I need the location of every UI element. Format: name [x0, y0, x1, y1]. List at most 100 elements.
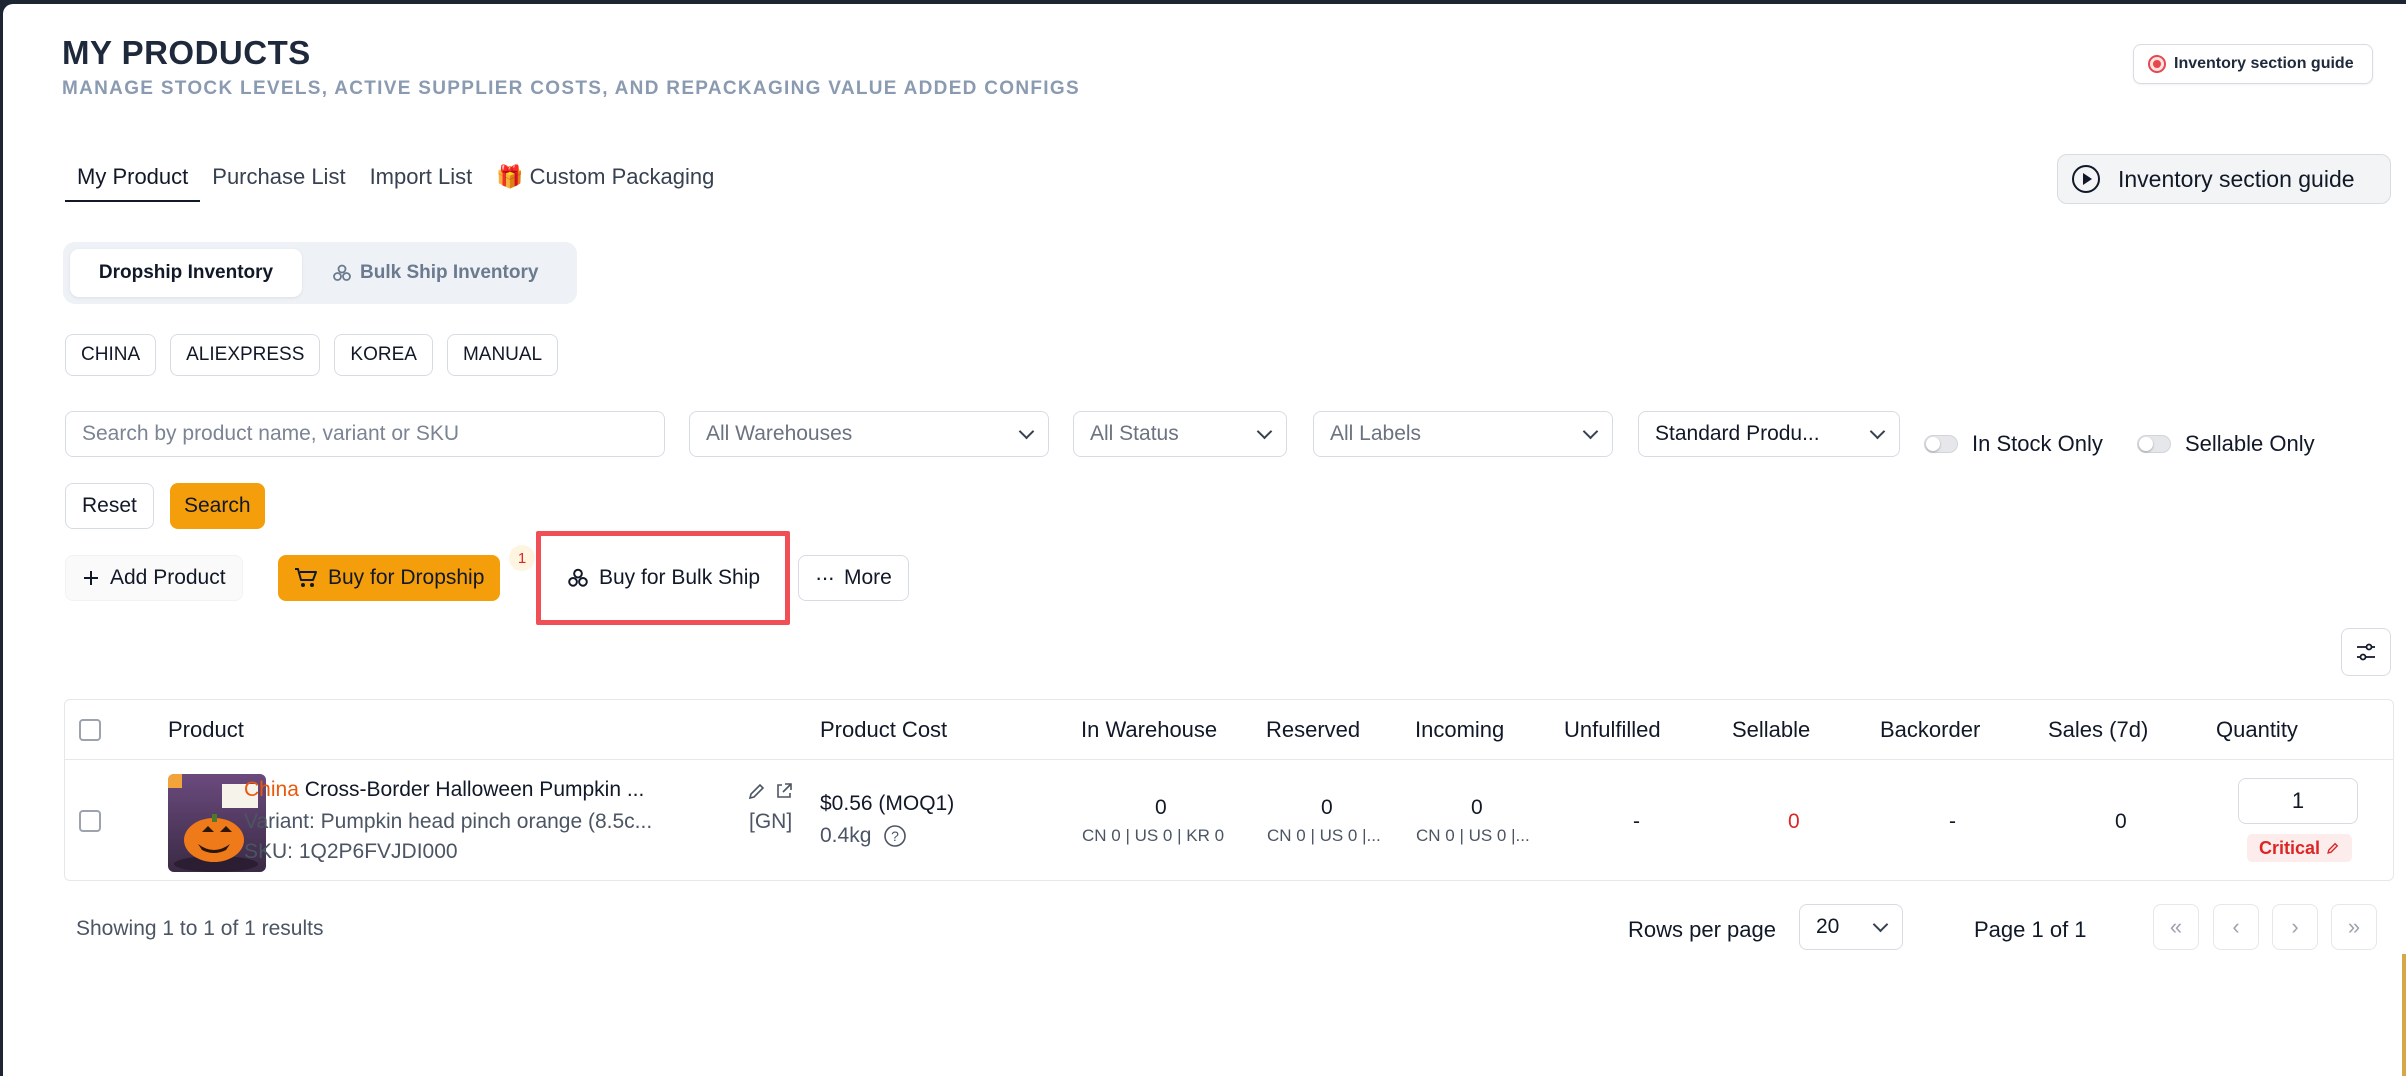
switch-icon[interactable] — [2137, 435, 2171, 453]
status-select[interactable]: All Status — [1073, 411, 1287, 457]
help-icon[interactable]: ? — [883, 824, 907, 848]
next-page-button[interactable]: › — [2272, 904, 2318, 950]
status-select-value: All Status — [1090, 422, 1179, 445]
tab-import-list[interactable]: Import List — [358, 156, 485, 202]
reset-button[interactable]: Reset — [65, 483, 154, 529]
results-summary: Showing 1 to 1 of 1 results — [76, 917, 324, 940]
row-checkbox[interactable] — [79, 810, 101, 832]
unfulfilled-value: - — [1633, 810, 1640, 833]
rows-per-page-select[interactable]: 20 — [1799, 904, 1903, 950]
incoming-value: 0 — [1471, 796, 1483, 819]
inventory-type-toggle: Dropship Inventory Bulk Ship Inventory — [63, 242, 577, 304]
select-all-checkbox[interactable] — [79, 719, 101, 741]
table-header: Product Product Cost In Warehouse Reserv… — [65, 700, 2393, 760]
first-page-button[interactable]: « — [2153, 904, 2199, 950]
chevron-down-icon — [1256, 423, 1273, 439]
double-chevron-left-icon: « — [2169, 914, 2183, 939]
sellable-value: 0 — [1788, 810, 1800, 833]
col-sales-7d: Sales (7d) — [2048, 717, 2149, 742]
app-frame: MY PRODUCTS MANAGE STOCK LEVELS, ACTIVE … — [0, 0, 2406, 1076]
guide-small-label: Inventory section guide — [2174, 55, 2354, 72]
switch-icon[interactable] — [1924, 435, 1958, 453]
in-warehouse-value: 0 — [1155, 796, 1167, 819]
chevron-down-icon — [1872, 916, 1889, 932]
edit-icon — [2327, 842, 2339, 854]
tab-custom-packaging[interactable]: 🎁 Custom Packaging — [484, 156, 726, 202]
rows-per-page-label: Rows per page — [1628, 917, 1776, 942]
buy-for-dropship-label: Buy for Dropship — [328, 566, 485, 589]
incoming-breakdown: CN 0 | US 0 |... — [1416, 826, 1530, 845]
chevron-right-icon: › — [2291, 914, 2299, 939]
bulk-ship-inventory-label: Bulk Ship Inventory — [360, 262, 539, 283]
guide-big-label: Inventory section guide — [2118, 165, 2355, 192]
plus-icon — [84, 571, 98, 585]
inventory-guide-button[interactable]: Inventory section guide — [2057, 154, 2391, 204]
guide-target-icon — [2148, 55, 2166, 73]
labels-select[interactable]: All Labels — [1313, 411, 1613, 457]
main-panel: MY PRODUCTS MANAGE STOCK LEVELS, ACTIVE … — [3, 4, 2406, 1076]
main-tabs: My Product Purchase List Import List 🎁 Cu… — [65, 156, 726, 202]
backorder-value: - — [1949, 810, 1956, 833]
search-button[interactable]: Search — [170, 483, 265, 529]
in-stock-only-toggle[interactable]: In Stock Only — [1924, 431, 2103, 457]
sliders-icon — [2357, 643, 2375, 661]
col-quantity: Quantity — [2216, 717, 2298, 742]
col-backorder: Backorder — [1880, 717, 1981, 742]
add-product-label: Add Product — [110, 566, 226, 589]
product-variant: Variant: Pumpkin head pinch orange (8.5c… — [244, 810, 653, 833]
rows-per-page-value: 20 — [1816, 915, 1840, 938]
play-icon — [2072, 165, 2100, 193]
in-stock-only-label: In Stock Only — [1972, 431, 2103, 456]
sales-7d-value: 0 — [2115, 810, 2127, 833]
svg-text:?: ? — [891, 828, 899, 844]
quantity-input[interactable]: 1 — [2238, 778, 2358, 824]
more-label: More — [843, 566, 892, 589]
col-product-cost: Product Cost — [820, 717, 948, 742]
warehouse-select-value: All Warehouses — [706, 422, 853, 445]
highlight-box — [536, 531, 790, 625]
col-reserved: Reserved — [1266, 717, 1361, 742]
col-sellable: Sellable — [1732, 717, 1811, 742]
more-button[interactable]: ··· More — [798, 555, 909, 601]
tab-my-product[interactable]: My Product — [65, 156, 201, 202]
source-chip-manual[interactable]: MANUAL — [446, 334, 559, 376]
tab-purchase-list[interactable]: Purchase List — [200, 156, 357, 202]
reserved-breakdown: CN 0 | US 0 |... — [1267, 826, 1381, 845]
product-title[interactable]: China Cross-Border Halloween Pumpkin ... — [244, 778, 644, 802]
add-product-button[interactable]: Add Product — [65, 555, 243, 601]
cart-icon — [295, 568, 317, 587]
last-page-button[interactable]: » — [2331, 904, 2377, 950]
chevron-down-icon — [1869, 423, 1886, 439]
external-link-icon[interactable] — [774, 781, 794, 801]
labels-select-value: All Labels — [1330, 422, 1422, 445]
buy-for-dropship-button[interactable]: Buy for Dropship — [278, 555, 501, 601]
dropship-inventory-tab[interactable]: Dropship Inventory — [70, 249, 302, 297]
product-cost: $0.56 (MOQ1) — [820, 792, 955, 815]
edit-icon[interactable] — [747, 781, 767, 801]
gift-icon: 🎁 — [496, 164, 524, 189]
product-type-select[interactable]: Standard Produ... — [1638, 411, 1900, 457]
product-type-select-value: Standard Produ... — [1655, 422, 1820, 445]
status-badge[interactable]: Critical — [2247, 834, 2353, 862]
dropship-count-badge: 1 — [509, 545, 535, 571]
sellable-only-label: Sellable Only — [2185, 431, 2315, 456]
scroll-edge — [2402, 954, 2406, 1076]
page-title: MY PRODUCTS — [62, 34, 311, 71]
source-chip-korea[interactable]: KOREA — [334, 334, 433, 376]
prev-page-button[interactable]: ‹ — [2213, 904, 2259, 950]
col-incoming: Incoming — [1415, 717, 1505, 742]
product-weight: 0.4kg — [820, 824, 872, 847]
in-warehouse-breakdown: CN 0 | US 0 | KR 0 — [1082, 826, 1225, 845]
reserved-value: 0 — [1321, 796, 1333, 819]
source-chip-aliexpress[interactable]: ALIEXPRESS — [170, 334, 321, 376]
chevron-down-icon — [1018, 423, 1035, 439]
search-input[interactable]: Search by product name, variant or SKU — [65, 411, 665, 457]
tab-custom-packaging-label: Custom Packaging — [529, 164, 715, 189]
inventory-guide-button-small[interactable]: Inventory section guide — [2133, 44, 2373, 84]
sellable-only-toggle[interactable]: Sellable Only — [2137, 431, 2315, 457]
chevron-down-icon — [1582, 423, 1599, 439]
warehouse-select[interactable]: All Warehouses — [689, 411, 1049, 457]
bulk-ship-inventory-tab[interactable]: Bulk Ship Inventory — [308, 249, 562, 297]
column-settings-button[interactable] — [2341, 628, 2391, 676]
source-chip-china[interactable]: CHINA — [65, 334, 157, 376]
